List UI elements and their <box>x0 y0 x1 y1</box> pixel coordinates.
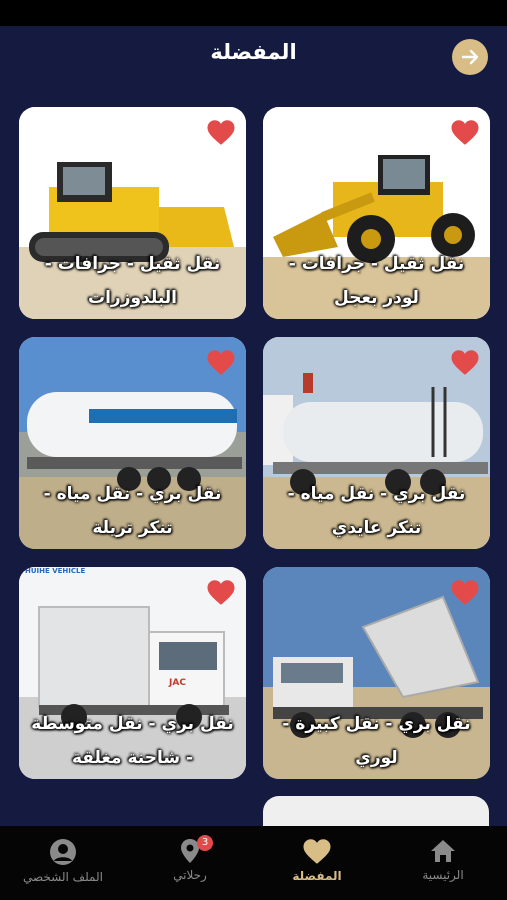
nav-profile[interactable]: الملف الشخصي <box>0 826 126 900</box>
favorite-card[interactable]: JAC HUIHE VEHICLE نقل بري - نقل متوسطة -… <box>19 567 246 779</box>
heart-icon[interactable] <box>206 579 236 606</box>
bottom-nav: الرئيسية المفضلة 3 رحلاتي الملف الشخصي <box>0 826 507 900</box>
favorite-card[interactable]: نقل بري - نقل مياه - تنكر عايدي <box>263 337 490 549</box>
card-label: نقل بري - نقل مياه - تنكر عايدي <box>287 484 466 538</box>
nav-favorites-label: المفضلة <box>292 869 342 883</box>
favorite-card[interactable]: نقل بري - نقل مياه - تنكر تريلة <box>19 337 246 549</box>
nav-trips[interactable]: 3 رحلاتي <box>127 826 253 900</box>
heart-icon[interactable] <box>206 119 236 146</box>
heart-icon[interactable] <box>450 119 480 146</box>
nav-profile-label: الملف الشخصي <box>23 870 103 884</box>
heart-icon <box>303 839 331 864</box>
truck-brand-text: JAC <box>168 678 186 688</box>
nav-home-label: الرئيسية <box>422 868 464 882</box>
card-label: نقل بري - نقل مياه - تنكر تريلة <box>43 484 222 538</box>
heart-icon[interactable] <box>206 349 236 376</box>
favorites-grid: نقل ثقيل - جرافات - لودر بعجل نقل ثقيل -… <box>0 0 507 900</box>
favorite-card[interactable]: نقل ثقيل - جرافات - لودر بعجل <box>263 107 490 319</box>
heart-icon[interactable] <box>450 349 480 376</box>
favorite-card[interactable]: نقل ثقيل - جرافات - البلدوزرات <box>19 107 246 319</box>
favorite-card[interactable]: نقل بري - نقل كبيرة - لوري <box>263 567 490 779</box>
brand-logo: HUIHE VEHICLE <box>25 567 86 575</box>
heart-icon[interactable] <box>450 579 480 606</box>
nav-home[interactable]: الرئيسية <box>380 826 506 900</box>
card-label: نقل ثقيل - جرافات - البلدوزرات <box>44 254 221 308</box>
nav-favorites[interactable]: المفضلة <box>254 826 380 900</box>
trips-badge: 3 <box>197 835 213 851</box>
card-label: نقل ثقيل - جرافات - لودر بعجل <box>288 254 465 308</box>
card-label: نقل بري - نقل كبيرة - لوري <box>282 714 471 768</box>
profile-icon <box>50 839 76 865</box>
home-icon <box>431 840 455 862</box>
card-label: نقل بري - نقل متوسطة - شاحنة مغلقة <box>31 714 234 768</box>
nav-trips-label: رحلاتي <box>173 868 207 882</box>
